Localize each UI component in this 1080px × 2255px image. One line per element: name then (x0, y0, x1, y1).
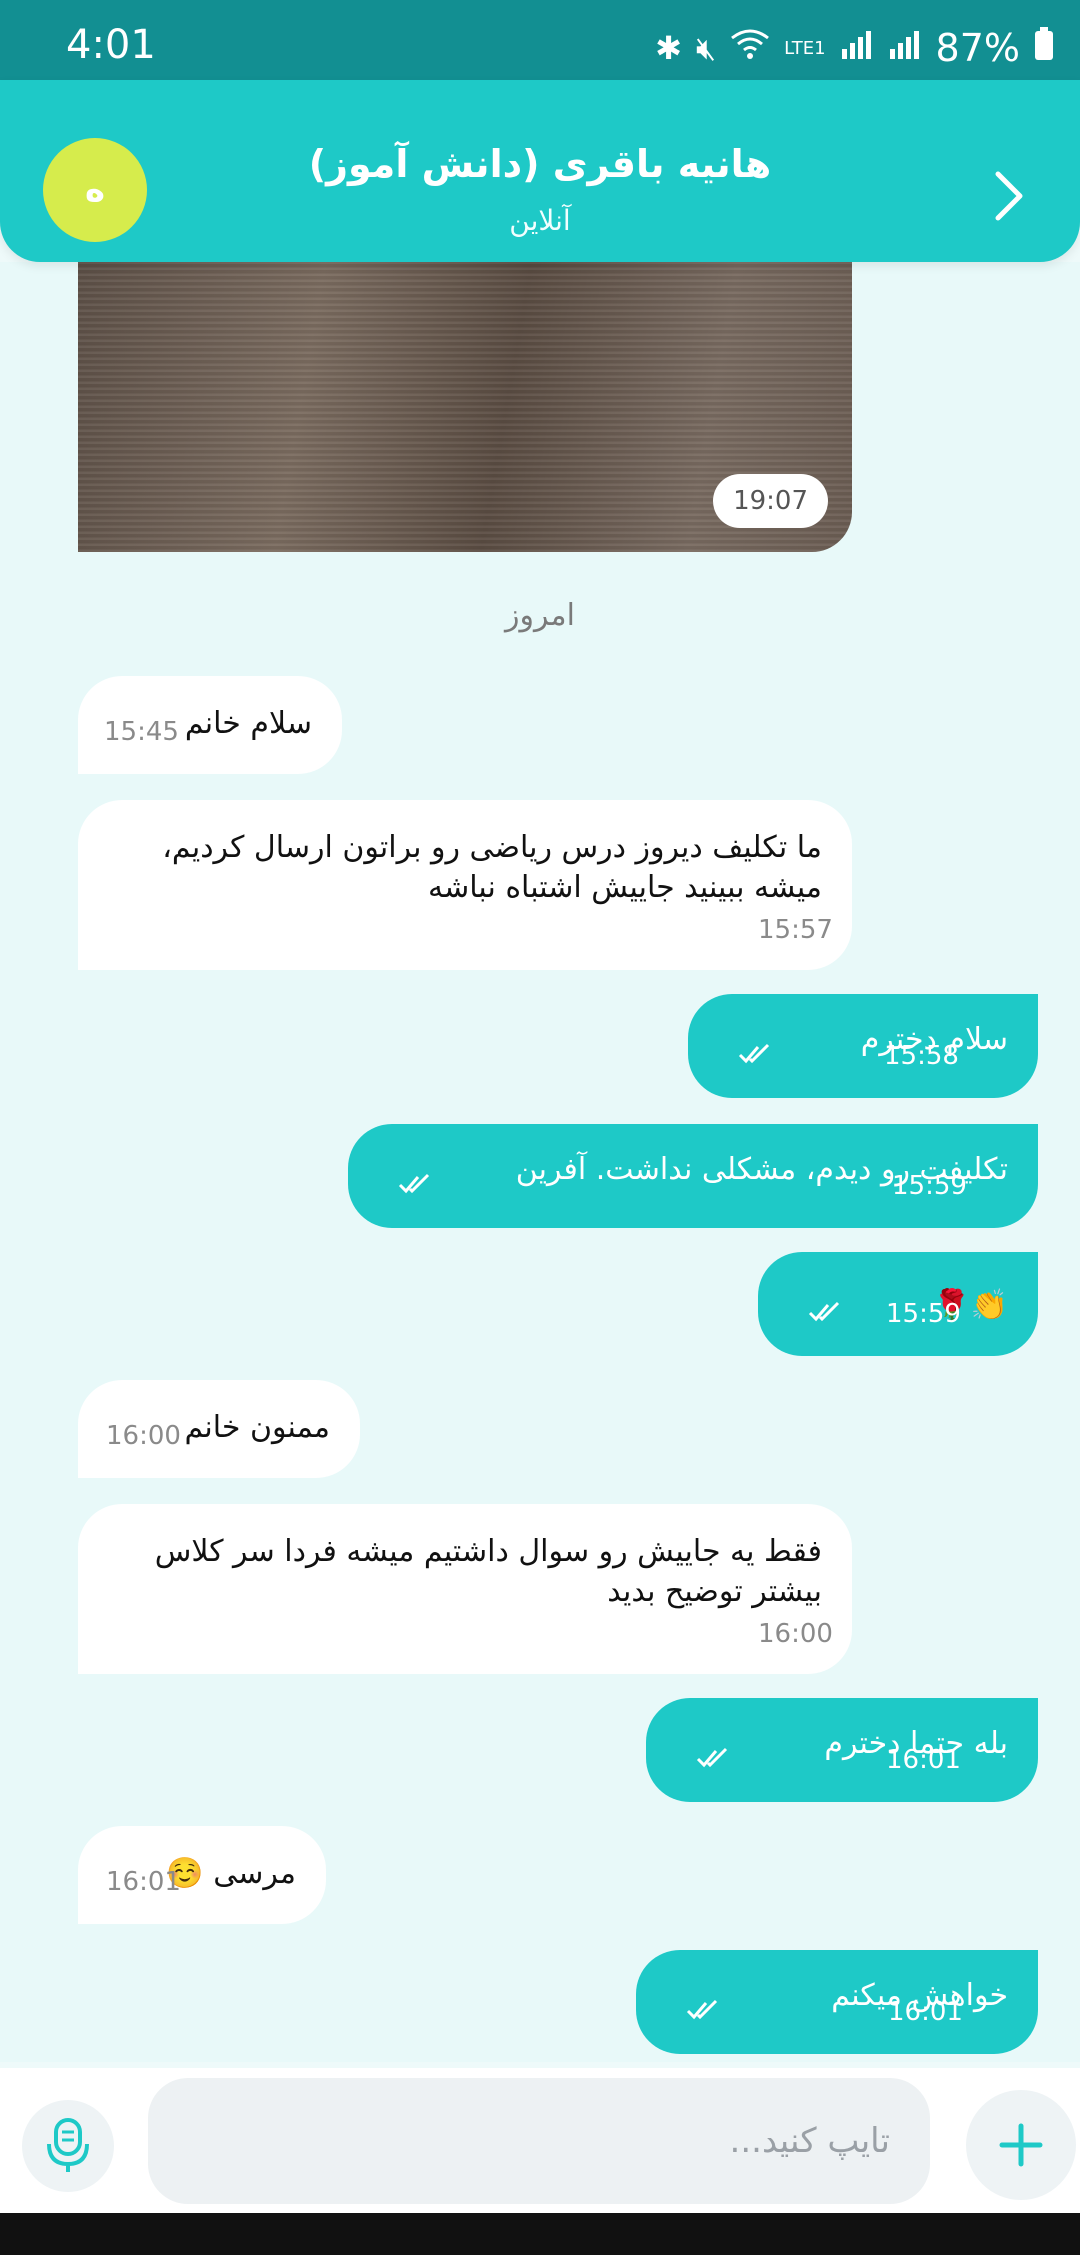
outgoing-message[interactable]: تکلیفت رو دیدم، مشکلی نداشت. آفرین 15:59 (348, 1124, 1038, 1228)
message-time: 15:57 (758, 915, 833, 945)
signal-icon-2 (888, 29, 922, 67)
message-time: 15:58 (884, 1041, 959, 1071)
message-time: 15:45 (104, 717, 179, 747)
network-label: LTE1 (784, 37, 826, 59)
double-check-icon (686, 1999, 718, 2020)
contact-name[interactable]: هانیه باقری (دانش آموز) (0, 142, 1080, 186)
message-text: سلام خانم (184, 706, 312, 741)
message-time: 16:01 (106, 1867, 181, 1897)
incoming-message[interactable]: ممنون خانم 16:00 (78, 1380, 360, 1478)
message-text: فقط یه جاییش رو سوال داشتیم میشه فردا سر… (154, 1534, 822, 1609)
composer-bar (0, 2068, 1080, 2213)
plus-icon (999, 2123, 1043, 2167)
attach-button[interactable] (966, 2090, 1076, 2200)
message-time: 16:01 (886, 1745, 961, 1775)
image-message[interactable]: 19:07 (78, 262, 852, 552)
outgoing-message[interactable]: خواهش میکنم 16:01 (636, 1950, 1038, 2054)
outgoing-message[interactable]: سلام دخترم 15:58 (688, 994, 1038, 1098)
message-text: ممنون خانم (184, 1410, 330, 1445)
incoming-message[interactable]: مرسی ☺️ 16:01 (78, 1826, 326, 1924)
double-check-icon (808, 1301, 840, 1322)
incoming-message[interactable]: سلام خانم 15:45 (78, 676, 342, 774)
system-nav-bar (0, 2213, 1080, 2255)
message-text: مرسی ☺️ (166, 1856, 296, 1891)
double-check-icon (398, 1173, 430, 1194)
outgoing-message[interactable]: بله حتما دخترم 16:01 (646, 1698, 1038, 1802)
voice-record-button[interactable] (22, 2100, 114, 2192)
incoming-message[interactable]: فقط یه جاییش رو سوال داشتیم میشه فردا سر… (78, 1504, 852, 1674)
battery-icon (1034, 27, 1054, 69)
bluetooth-icon: ✱ (655, 29, 682, 67)
message-time: 16:01 (888, 1997, 963, 2027)
mute-icon: 🔇︎ (695, 28, 717, 67)
chat-header: ه هانیه باقری (دانش آموز) آنلاین (0, 80, 1080, 262)
wifi-icon (730, 28, 770, 68)
message-time: 16:00 (758, 1619, 833, 1649)
message-time: 15:59 (886, 1299, 961, 1329)
message-time: 19:07 (713, 474, 828, 528)
status-bar: 4:01 ✱ 🔇︎ LTE1 87% (0, 0, 1080, 82)
message-time: 16:00 (106, 1421, 181, 1451)
message-input-container (148, 2078, 930, 2204)
signal-icon (840, 29, 874, 67)
chevron-right-icon (995, 171, 1023, 221)
status-time: 4:01 (66, 22, 156, 68)
battery-percent: 87% (935, 26, 1020, 70)
day-separator: امروز (505, 598, 575, 633)
message-time: 15:59 (892, 1171, 967, 1201)
message-input[interactable] (148, 2078, 930, 2204)
incoming-message[interactable]: ما تکلیف دیروز درس ریاضی رو براتون ارسال… (78, 800, 852, 970)
double-check-icon (696, 1747, 728, 1768)
double-check-icon (738, 1043, 770, 1064)
online-status: آنلاین (509, 204, 571, 237)
microphone-icon (47, 2118, 89, 2172)
status-icons: ✱ 🔇︎ LTE1 87% (655, 26, 1054, 70)
message-text: ما تکلیف دیروز درس ریاضی رو براتون ارسال… (162, 830, 822, 905)
back-button[interactable] (990, 166, 1030, 226)
outgoing-message[interactable]: 👏🌹 15:59 (758, 1252, 1038, 1356)
